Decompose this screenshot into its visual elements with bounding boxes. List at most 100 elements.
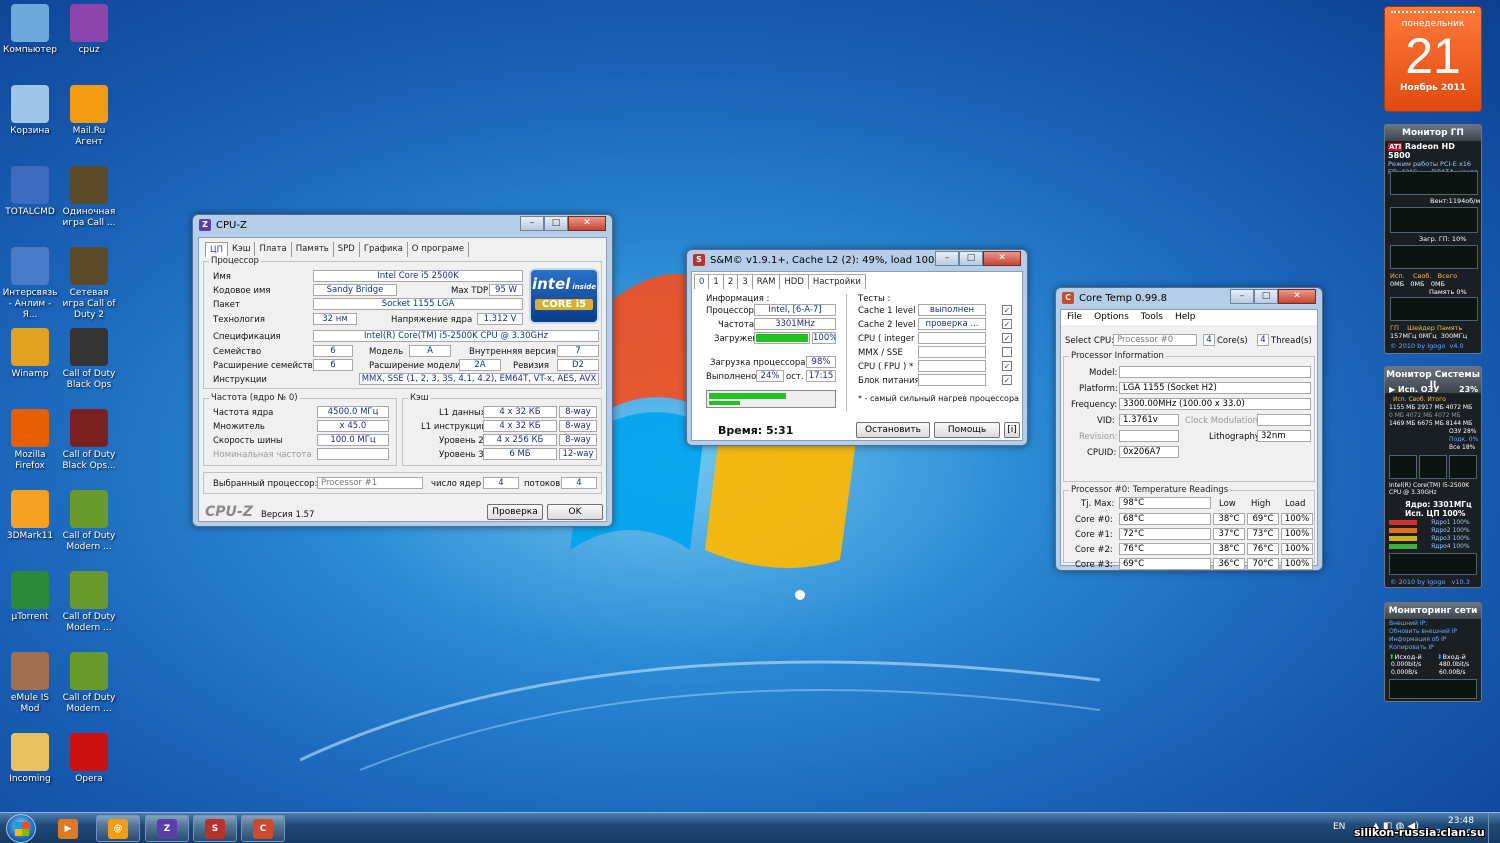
desktop-icon[interactable]: Mozilla Firefox [2, 409, 58, 472]
sm-tab[interactable]: 3 [738, 274, 753, 289]
desktop-icon[interactable]: 3DMark11 [2, 490, 58, 542]
model-value: A [409, 345, 451, 357]
sm-tab[interactable]: 0 [694, 274, 710, 289]
sm-time-value: 5:31 [766, 424, 794, 437]
cpuz-tab[interactable]: Кэш [228, 242, 256, 257]
sm-tab[interactable]: HDD [780, 274, 809, 289]
cpuz-tab[interactable]: SPD [334, 242, 360, 257]
desktop-icon[interactable]: µTorrent [2, 571, 58, 623]
desktop-icon[interactable]: Call of Duty Modern ... [61, 490, 117, 553]
ip-info-link[interactable]: Информация об IP [1389, 636, 1446, 643]
maximize-button[interactable]: □ [959, 251, 983, 266]
sm-test-checkbox[interactable]: ✓ [1002, 305, 1012, 315]
sm-test-checkbox[interactable]: ✓ [1002, 333, 1012, 343]
cpu-core-usage: Ядро2 100% [1431, 527, 1470, 534]
black-ops-multiplayer-icon [70, 409, 108, 447]
validate-button[interactable]: Проверка [487, 504, 543, 520]
close-button[interactable]: ✕ [983, 251, 1021, 266]
maximize-button[interactable]: □ [1254, 289, 1278, 304]
minimize-button[interactable]: – [520, 216, 544, 231]
sm-left-label: ост. [786, 372, 804, 382]
minimize-button[interactable]: – [935, 251, 959, 266]
coretemp-menu-item[interactable]: Tools [1135, 310, 1169, 325]
copy-ip-link[interactable]: Копировать IP [1389, 644, 1434, 651]
calendar-gadget[interactable]: понедельник 21 Ноябрь 2011 [1384, 6, 1482, 112]
desktop-icon[interactable]: Одиночная игра Call ... [61, 166, 117, 229]
desktop-icon[interactable]: Call of Duty Black Ops... [61, 409, 117, 472]
close-button[interactable]: ✕ [1278, 289, 1316, 304]
clock-time[interactable]: 23:48 [1448, 816, 1474, 826]
threads-label: Thread(s) [1271, 336, 1312, 346]
sm-stop-button[interactable]: Остановить [856, 422, 930, 438]
desktop-icon[interactable]: cpuz [61, 4, 117, 56]
coretemp-menu-item[interactable]: Options [1088, 310, 1135, 325]
ok-button[interactable]: OK [547, 504, 603, 520]
coretemp-menu-item[interactable]: File [1061, 310, 1088, 325]
cpuz-window[interactable]: Z CPU-Z – □ ✕ ЦП Кэш Плата Память SPD Графика… [192, 214, 613, 527]
close-button[interactable]: ✕ [568, 216, 606, 231]
desktop-icon[interactable]: Incoming [2, 733, 58, 785]
sys-copyright[interactable]: © 2010 by Igogo v10.3 [1390, 578, 1470, 586]
desktop-icon[interactable]: Call of Duty Black Ops [61, 328, 117, 391]
sm-tab[interactable]: RAM [752, 274, 781, 289]
sm-window[interactable]: S S&M© v1.9.1+, Cache L2 (2): 49%, load … [686, 249, 1028, 446]
gpu-freq-mem: 300МГц [1440, 332, 1468, 340]
sm-tab[interactable]: 1 [709, 274, 724, 289]
core-temp: 72°C [1119, 528, 1211, 540]
desktop-icon[interactable]: Mail.Ru Агент [61, 85, 117, 148]
sm-tab[interactable]: Настройки [808, 274, 866, 289]
minimize-button[interactable]: – [1230, 289, 1254, 304]
desktop-icon[interactable]: TOTALCMD [2, 166, 58, 218]
desktop-icon[interactable]: Корзина [2, 85, 58, 137]
desktop-icon[interactable]: Opera [61, 733, 117, 785]
maximize-button[interactable]: □ [544, 216, 568, 231]
coretemp-menu-item[interactable]: Help [1169, 310, 1202, 325]
desktop-icon[interactable]: Call of Duty Modern ... [61, 652, 117, 715]
sm-test-checkbox[interactable] [1002, 347, 1012, 357]
core-load: 100% [1281, 528, 1313, 540]
sm-tab[interactable]: 2 [723, 274, 739, 289]
sm-test-checkbox[interactable]: ✓ [1002, 375, 1012, 385]
cpu-core-usage: Ядро1 100% [1431, 519, 1470, 526]
system-monitor-gadget[interactable]: Монитор Системы II ▶ Исп. ОЗУ 23% Исп. С… [1384, 366, 1482, 588]
processor-select[interactable]: Processor #1 [317, 477, 423, 489]
sm-info-button[interactable]: [i] [1004, 422, 1020, 438]
sm-test-checkbox[interactable]: ✓ [1002, 319, 1012, 329]
taskbar-sm[interactable]: S [193, 815, 237, 842]
sm-help-button[interactable]: Помощь [934, 422, 1000, 438]
cpuz-tab[interactable]: ЦП [205, 242, 228, 257]
desktop-icon[interactable]: eMule IS Mod [2, 652, 58, 715]
taskbar-cpuz[interactable]: Z [145, 815, 189, 842]
calendar-month-year: Ноябрь 2011 [1399, 83, 1467, 93]
package-value: Socket 1155 LGA [313, 298, 523, 310]
select-cpu-dropdown[interactable]: Processor #0 [1113, 334, 1197, 346]
desktop-icon[interactable]: Компьютер [2, 4, 58, 56]
start-button[interactable] [6, 814, 36, 843]
taskbar-coretemp[interactable]: C [241, 815, 285, 842]
cpu-core-bar [1389, 544, 1417, 549]
taskbar-mail-agent[interactable]: @ [96, 815, 140, 842]
cpuz-tab[interactable]: Память [292, 242, 334, 257]
taskbar-media-player[interactable]: ▶ [46, 815, 90, 842]
refresh-ip-link[interactable]: Обновить внешний IP [1389, 628, 1457, 635]
desktop-icon[interactable]: Winamp [2, 328, 58, 380]
gpu-mem-total-label: Всего [1437, 272, 1458, 280]
gpu-monitor-gadget[interactable]: Монитор ГП ATI Radeon HD 5800 Режим рабо… [1384, 124, 1482, 354]
processor-group-label: Процессор [209, 256, 261, 266]
desktop-icon[interactable]: Сетевая игра Call of Duty 2 [61, 247, 117, 321]
show-desktop-button[interactable] [1488, 813, 1500, 843]
gpu-mem-free-label: Своб. [1413, 272, 1432, 280]
cpuz-tab[interactable]: Плата [255, 242, 292, 257]
gpu-fan-graph [1390, 207, 1478, 233]
gpu-copyright[interactable]: © 2010 by Igogo v4.0 [1390, 342, 1464, 350]
network-monitor-gadget[interactable]: Мониторинг сети Внешний IP: Обновить вне… [1384, 602, 1482, 702]
desktop-icon[interactable]: Call of Duty Modern ... [61, 571, 117, 634]
sm-test-checkbox[interactable]: ✓ [1002, 361, 1012, 371]
revision-label: Ревизия [513, 361, 550, 371]
language-indicator[interactable]: EN [1333, 822, 1345, 832]
cpuz-tab[interactable]: О програме [408, 242, 470, 257]
coretemp-window[interactable]: C Core Temp 0.99.8 – □ ✕ File Options Tool… [1055, 287, 1323, 571]
desktop-icon[interactable]: Интерсвязь - Анлим - Я... [2, 247, 58, 321]
firefox-icon [11, 409, 49, 447]
cpuz-tab[interactable]: Графика [360, 242, 408, 257]
